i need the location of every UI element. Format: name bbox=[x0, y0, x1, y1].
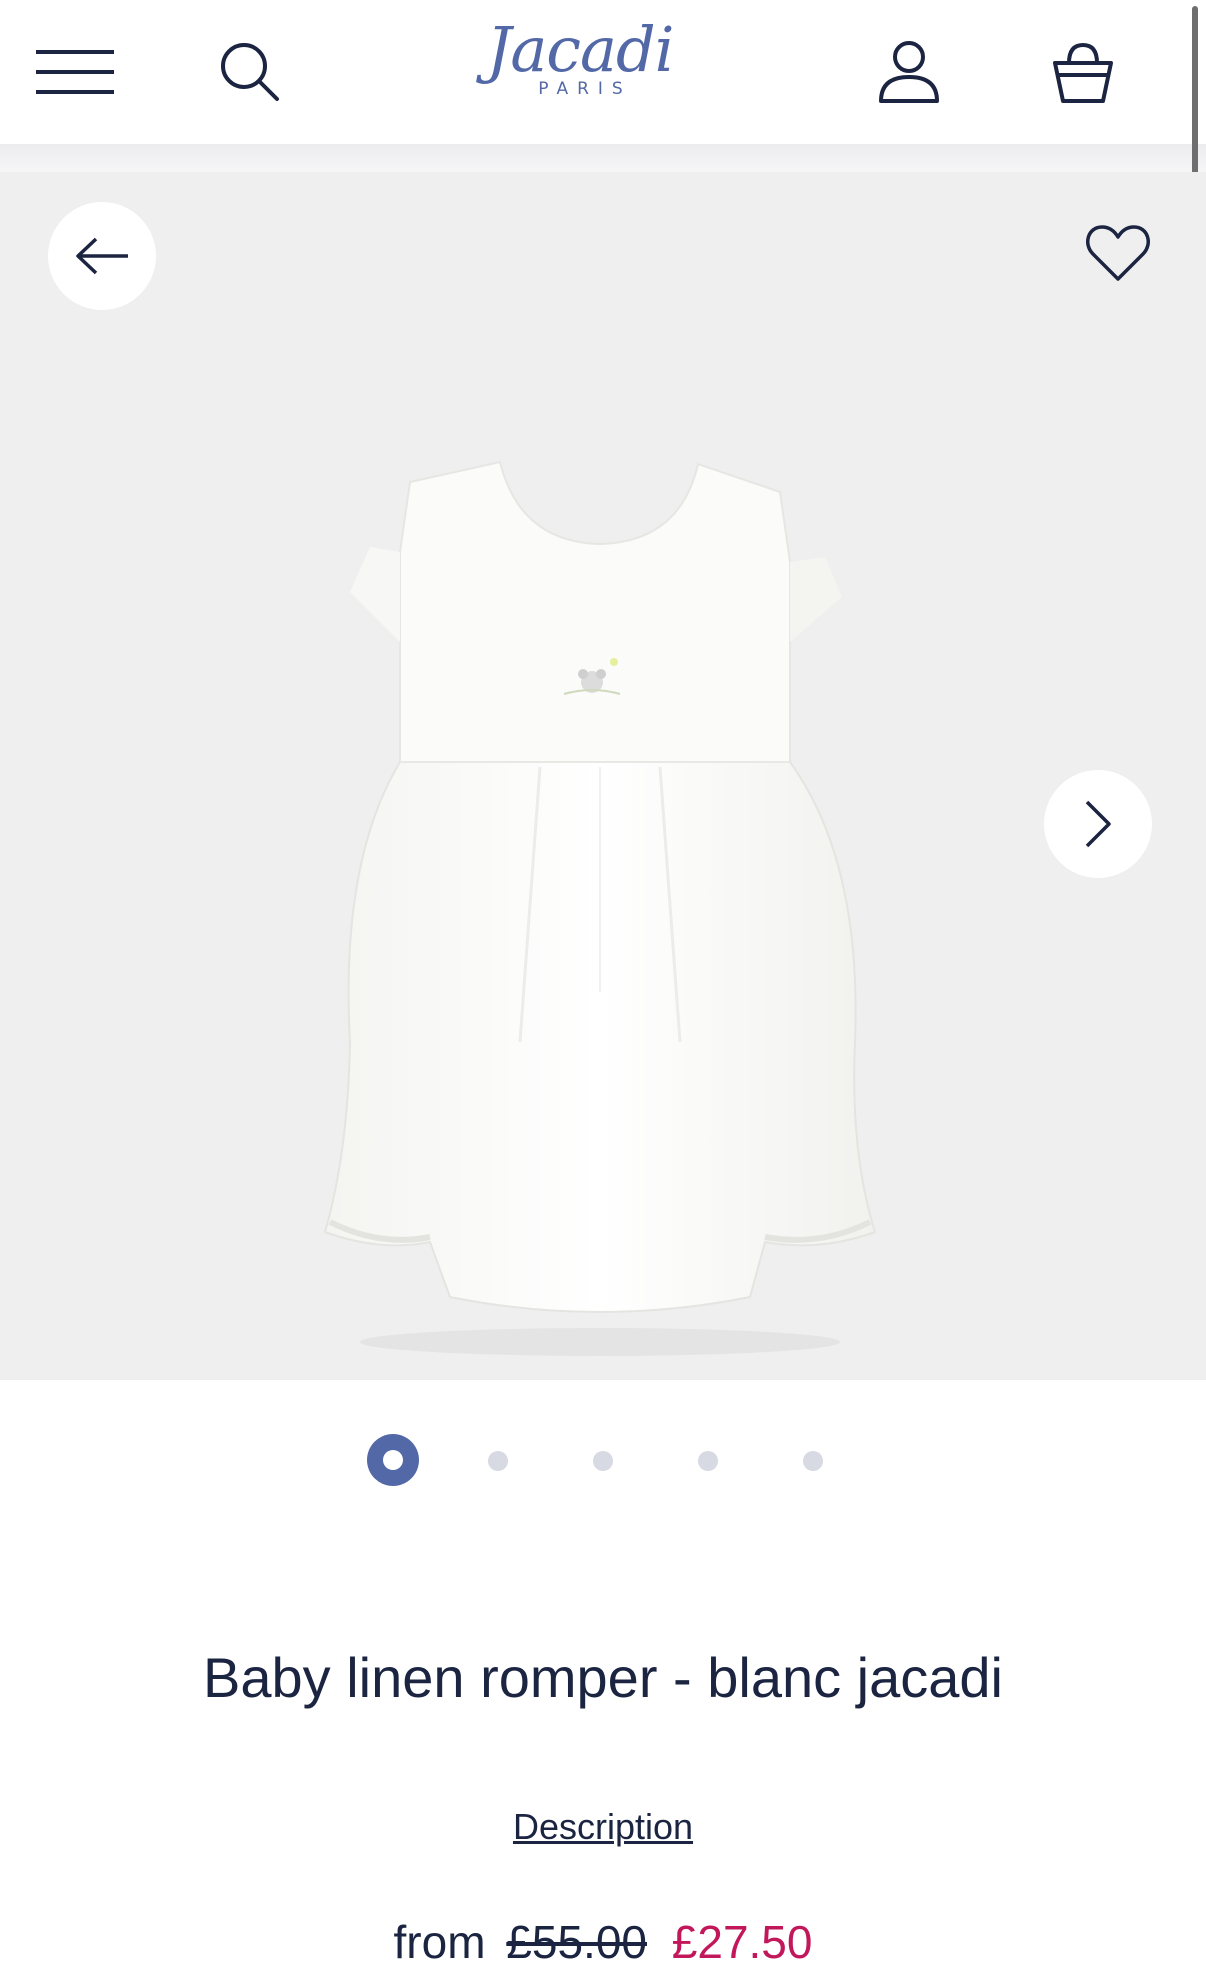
original-price: £55.00 bbox=[506, 1916, 647, 1968]
product-price: from £55.00 £27.50 bbox=[0, 1915, 1206, 1969]
search-button[interactable] bbox=[205, 34, 295, 110]
chevron-right-icon bbox=[1085, 800, 1111, 848]
shopping-bag-button[interactable] bbox=[1038, 34, 1128, 110]
wishlist-button[interactable] bbox=[1078, 216, 1158, 290]
product-image-romper bbox=[323, 460, 877, 1356]
search-icon bbox=[221, 43, 279, 101]
pagination-dot-4[interactable] bbox=[698, 1451, 718, 1471]
pagination-dot-3[interactable] bbox=[593, 1451, 613, 1471]
site-header: Jacadi PARIS bbox=[0, 0, 1206, 144]
header-divider bbox=[0, 144, 1206, 172]
product-title: Baby linen romper - blanc jacadi bbox=[203, 1646, 1003, 1709]
shopping-bag-icon bbox=[1053, 42, 1113, 103]
gallery-prev-button[interactable] bbox=[48, 202, 156, 310]
pagination-dot-1[interactable] bbox=[367, 1434, 419, 1486]
pagination-dot-2[interactable] bbox=[488, 1451, 508, 1471]
gallery-next-button[interactable] bbox=[1044, 770, 1152, 878]
description-link[interactable]: Description bbox=[0, 1806, 1206, 1848]
hamburger-menu-icon bbox=[36, 50, 114, 94]
sale-price: £27.50 bbox=[671, 1916, 813, 1968]
heart-icon bbox=[1086, 225, 1150, 281]
user-account-icon bbox=[879, 41, 939, 103]
arrow-left-icon bbox=[76, 237, 128, 275]
product-gallery[interactable] bbox=[0, 172, 1206, 1380]
gallery-pagination bbox=[0, 1432, 1206, 1488]
menu-button[interactable] bbox=[30, 34, 120, 110]
account-button[interactable] bbox=[864, 34, 954, 110]
price-prefix: from bbox=[393, 1916, 486, 1968]
pagination-dot-5[interactable] bbox=[803, 1451, 823, 1471]
logo-wordmark: Jacadi bbox=[486, 13, 674, 86]
jacadi-logo[interactable]: Jacadi PARIS bbox=[470, 12, 690, 112]
